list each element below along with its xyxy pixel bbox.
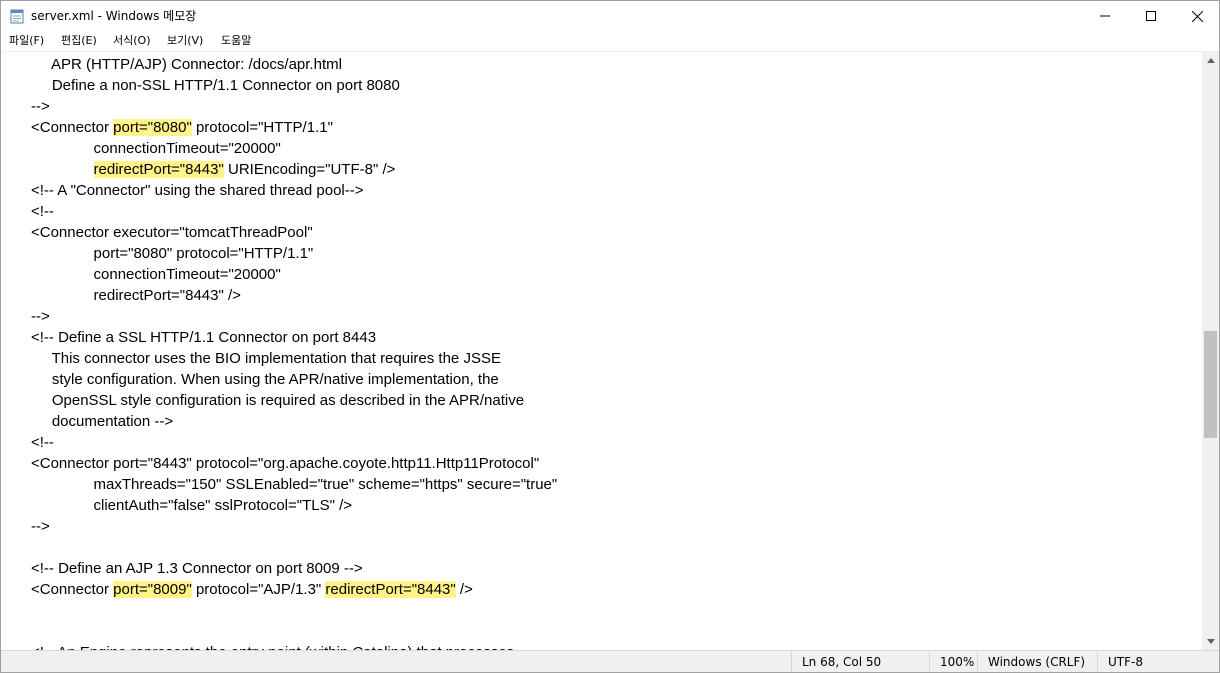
text-line[interactable]: ​ [31,621,557,642]
text-line[interactable]: --> [31,96,557,117]
close-button[interactable] [1174,1,1219,31]
vertical-scrollbar[interactable] [1202,52,1219,650]
menu-help[interactable]: 도움말 [221,33,251,49]
status-bar: Ln 68, Col 50 100% Windows (CRLF) UTF-8 [1,650,1219,672]
text-line[interactable]: <Connector port="8080" protocol="HTTP/1.… [31,117,557,138]
scroll-down-arrow-icon[interactable] [1202,633,1219,650]
maximize-icon [1146,11,1156,21]
text-segment: OpenSSL style configuration is required … [31,392,525,409]
menu-bar: 파일(F) 편집(E) 서식(O) 보기(V) 도움말 [1,31,1219,52]
status-line-ending: Windows (CRLF) [977,651,1097,672]
status-cursor-position: Ln 68, Col 50 [791,651,929,672]
text-line[interactable]: OpenSSL style configuration is required … [31,390,557,411]
text-segment: URIEncoding="UTF-8" /> [223,161,396,178]
text-line[interactable]: <Connector port="8009" protocol="AJP/1.3… [31,579,557,600]
text-segment: protocol="AJP/1.3" [191,581,326,598]
text-line[interactable]: style configuration. When using the APR/… [31,369,557,390]
text-line[interactable]: clientAuth="false" sslProtocol="TLS" /> [31,495,557,516]
text-line[interactable]: This connector uses the BIO implementati… [31,348,557,369]
text-editor[interactable]: APR (HTTP/AJP) Connector: /docs/apr.html… [1,52,1202,650]
text-line[interactable]: <Connector executor="tomcatThreadPool" [31,222,557,243]
text-line[interactable]: connectionTimeout="20000" [31,138,557,159]
text-segment: <Connector executor="tomcatThreadPool" [31,224,313,241]
text-line[interactable]: redirectPort="8443" URIEncoding="UTF-8" … [31,159,557,180]
text-line[interactable]: maxThreads="150" SSLEnabled="true" schem… [31,474,558,495]
text-segment: connectionTimeout="20000" [31,266,281,283]
menu-format[interactable]: 서식(O) [113,33,150,49]
text-line[interactable]: <!-- Define an AJP 1.3 Connector on port… [31,558,557,579]
text-line[interactable]: <!-- [31,432,557,453]
text-segment: <Connector [31,119,114,136]
text-segment: /> [455,581,473,598]
text-segment: <Connector [31,581,114,598]
text-segment [31,161,94,178]
text-line[interactable]: port="8080" protocol="HTTP/1.1" [31,243,557,264]
highlighted-text: redirectPort="8443" [93,161,224,178]
text-segment: --> [31,98,50,115]
text-line[interactable]: <!-- A "Connector" using the shared thre… [31,180,557,201]
text-line[interactable]: Define a non-SSL HTTP/1.1 Connector on p… [31,75,557,96]
text-segment: documentation --> [31,413,174,430]
text-segment: --> [31,308,50,325]
text-segment: --> [31,518,50,535]
text-line[interactable]: <!-- Define a SSL HTTP/1.1 Connector on … [31,327,557,348]
notepad-window: server.xml - Windows 메모장 파일(F) 편집(E) 서식(… [0,0,1220,673]
status-zoom: 100% [929,651,977,672]
text-line[interactable]: redirectPort="8443" /> [31,285,557,306]
editor-text[interactable]: APR (HTTP/AJP) Connector: /docs/apr.html… [31,54,557,650]
text-segment: <Connector port="8443" protocol="org.apa… [31,455,540,472]
highlighted-text: port="8080" [113,119,192,136]
text-line[interactable]: <!-- [31,201,557,222]
minimize-button[interactable] [1082,1,1128,31]
menu-file[interactable]: 파일(F) [9,33,44,49]
text-line[interactable]: --> [31,516,557,537]
status-encoding: UTF-8 [1097,651,1219,672]
window-title: server.xml - Windows 메모장 [31,9,197,23]
text-segment: connectionTimeout="20000" [31,140,281,157]
close-icon [1191,10,1203,22]
text-segment: protocol="HTTP/1.1" [191,119,333,136]
minimize-icon [1100,15,1110,17]
highlighted-text: port="8009" [113,581,192,598]
text-segment: <!-- Define an AJP 1.3 Connector on port… [31,560,363,577]
text-segment: maxThreads="150" SSLEnabled="true" schem… [31,476,558,493]
text-line[interactable]: connectionTimeout="20000" [31,264,557,285]
text-line[interactable]: <!-- An Engine represents the entry poin… [31,642,557,650]
notepad-icon [10,8,24,24]
text-segment: style configuration. When using the APR/… [31,371,499,388]
highlighted-text: redirectPort="8443" [325,581,456,598]
text-line[interactable]: documentation --> [31,411,557,432]
title-bar[interactable]: server.xml - Windows 메모장 [1,1,1219,31]
text-line[interactable]: ​ [31,600,557,621]
maximize-button[interactable] [1128,1,1174,31]
menu-edit[interactable]: 편집(E) [61,33,97,49]
text-segment: redirectPort="8443" /> [31,287,241,304]
text-segment: This connector uses the BIO implementati… [31,350,501,367]
menu-view[interactable]: 보기(V) [167,33,203,49]
text-segment: port="8080" protocol="HTTP/1.1" [31,245,314,262]
text-segment: APR (HTTP/AJP) Connector: /docs/apr.html [31,56,342,73]
text-segment: <!-- [31,203,54,220]
text-segment: <!-- A "Connector" using the shared thre… [31,182,364,199]
text-line[interactable]: APR (HTTP/AJP) Connector: /docs/apr.html [31,54,557,75]
scroll-thumb[interactable] [1204,331,1217,438]
text-segment: <!-- Define a SSL HTTP/1.1 Connector on … [31,329,377,346]
text-line[interactable]: <Connector port="8443" protocol="org.apa… [31,453,557,474]
text-segment: <!-- [31,434,54,451]
text-line[interactable]: --> [31,306,557,327]
scroll-up-arrow-icon[interactable] [1202,52,1219,69]
text-segment: clientAuth="false" sslProtocol="TLS" /> [31,497,353,514]
text-segment: Define a non-SSL HTTP/1.1 Connector on p… [31,77,400,94]
text-line[interactable]: ​ [31,537,557,558]
